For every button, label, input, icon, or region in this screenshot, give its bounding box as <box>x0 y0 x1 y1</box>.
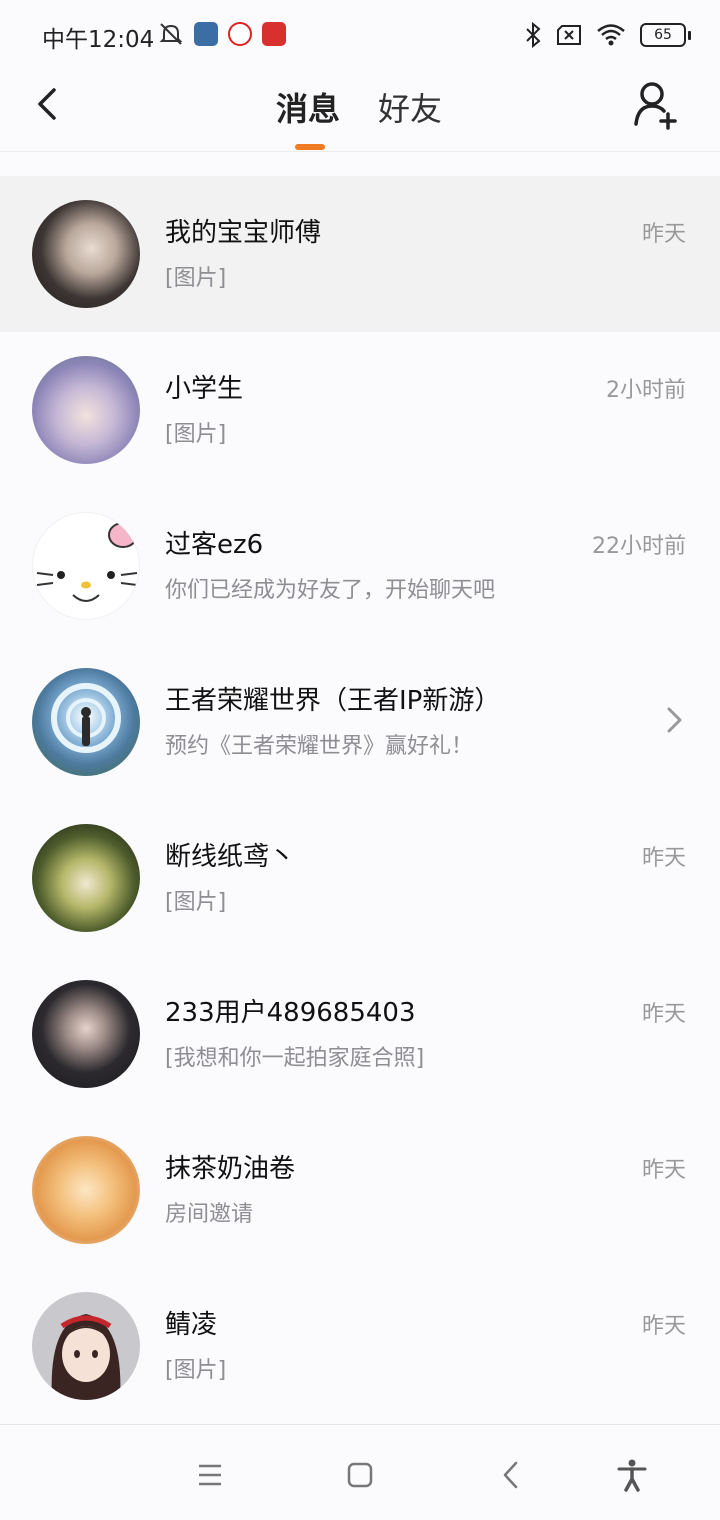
back-icon[interactable] <box>492 1455 532 1495</box>
video-app-icon <box>228 22 252 46</box>
contact-name: 233用户489685403 <box>165 998 416 1028</box>
contact-name: 我的宝宝师傅 <box>165 218 322 248</box>
avatar <box>32 824 140 932</box>
message-time: 昨天 <box>641 846 686 871</box>
avatar <box>32 356 140 464</box>
message-preview: [图片] <box>165 266 227 291</box>
accessibility-icon[interactable] <box>612 1455 652 1495</box>
sim-off-icon <box>557 25 581 45</box>
message-preview: [图片] <box>165 1358 227 1383</box>
message-time: 22小时前 <box>592 534 686 559</box>
battery-level: 65 <box>654 27 672 43</box>
message-preview: [图片] <box>165 890 227 915</box>
avatar <box>32 1292 140 1400</box>
status-bar: 中午12:04 65 <box>0 0 720 70</box>
back-button[interactable] <box>30 84 70 124</box>
message-preview: [我想和你一起拍家庭合照] <box>165 1046 425 1071</box>
game-portal-icon <box>51 683 121 753</box>
messages-screen: 中午12:04 65 消息 好友 我的宝宝师傅 [图片] 昨天 小学生 [图片]… <box>0 0 720 1520</box>
conversation-row[interactable]: 抹茶奶油卷 房间邀请 昨天 <box>0 1112 720 1268</box>
conversation-row[interactable]: 断线纸鸢丶 [图片] 昨天 <box>0 800 720 956</box>
add-friend-button[interactable] <box>632 78 680 130</box>
avatar <box>32 512 140 620</box>
contact-name: 王者荣耀世界（王者IP新游） <box>165 686 501 716</box>
menu-icon[interactable] <box>190 1455 230 1495</box>
contact-name: 抹茶奶油卷 <box>165 1154 296 1184</box>
message-time: 昨天 <box>641 222 686 247</box>
message-time: 昨天 <box>641 1158 686 1183</box>
conversation-row[interactable]: 小学生 [图片] 2小时前 <box>0 332 720 488</box>
status-time: 中午12:04 <box>42 27 155 53</box>
avatar <box>32 200 140 308</box>
contact-name: 过客ez6 <box>165 530 264 560</box>
chevron-right-icon <box>667 707 682 733</box>
message-preview: 预约《王者荣耀世界》赢好礼！ <box>165 734 474 759</box>
avatar <box>32 1136 140 1244</box>
conversation-row[interactable]: 我的宝宝师傅 [图片] 昨天 <box>0 176 720 332</box>
tab-messages[interactable]: 消息 <box>276 84 340 130</box>
hello-kitty-avatar-icon <box>36 522 138 602</box>
contact-name: 断线纸鸢丶 <box>165 842 296 872</box>
message-time: 昨天 <box>641 1002 686 1027</box>
conversation-list: 我的宝宝师傅 [图片] 昨天 小学生 [图片] 2小时前 过客ez6 你们已经成… <box>0 176 720 1424</box>
bluetooth-icon <box>526 22 541 48</box>
conversation-row[interactable]: 过客ez6 你们已经成为好友了，开始聊天吧 22小时前 <box>0 488 720 644</box>
avatar <box>32 668 140 776</box>
message-preview: 你们已经成为好友了，开始聊天吧 <box>165 578 496 603</box>
conversation-row[interactable]: 233用户489685403 [我想和你一起拍家庭合照] 昨天 <box>0 956 720 1112</box>
tab-friends[interactable]: 好友 <box>378 84 442 130</box>
wifi-icon <box>597 24 625 46</box>
message-preview: [图片] <box>165 422 227 447</box>
bell-off-icon <box>159 23 183 45</box>
home-icon[interactable] <box>340 1455 380 1495</box>
conversation-row[interactable]: 王者荣耀世界（王者IP新游） 预约《王者荣耀世界》赢好礼！ <box>0 644 720 800</box>
active-tab-indicator <box>295 144 325 150</box>
contact-name: 小学生 <box>165 374 244 404</box>
contact-name: 鲭凌 <box>165 1310 218 1340</box>
settings-app-icon <box>194 22 218 46</box>
top-header: 消息 好友 <box>0 70 720 152</box>
message-preview: 房间邀请 <box>165 1202 254 1227</box>
conversation-row[interactable]: 鲭凌 [图片] 昨天 <box>0 1268 720 1424</box>
message-time: 昨天 <box>641 1314 686 1339</box>
avatar <box>32 980 140 1088</box>
message-time: 2小时前 <box>606 378 686 403</box>
battery-icon: 65 <box>640 23 691 47</box>
system-nav-bar <box>0 1424 720 1520</box>
character-avatar-icon <box>51 1314 121 1400</box>
red-app-icon <box>262 22 286 46</box>
